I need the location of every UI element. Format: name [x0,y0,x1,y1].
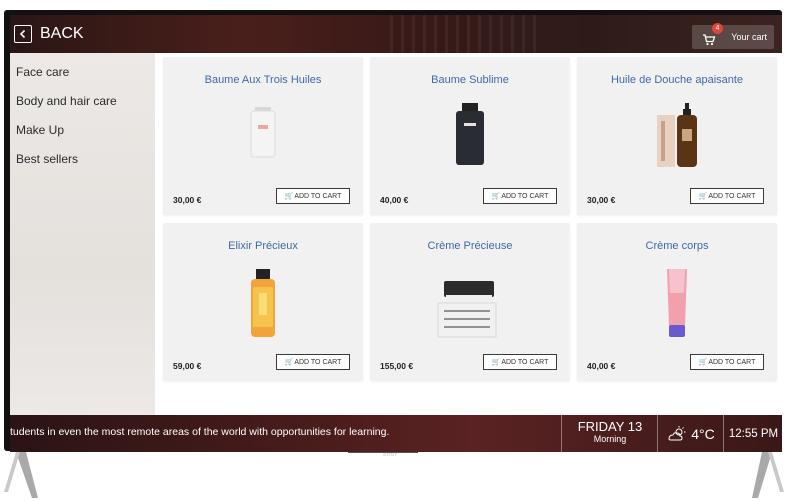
partly-cloudy-icon [668,425,686,440]
product-image [437,281,497,338]
news-ticker: tudents in even the most remote areas of… [10,426,390,438]
add-to-cart-label: ADD TO CART [501,192,549,200]
cart-icon: 🛒 [698,359,708,366]
product-grid: Baume Aux Trois Huiles 30,00 € 🛒 ADD TO C… [155,53,782,415]
product-card[interactable]: Baume Aux Trois Huiles 30,00 € 🛒 ADD TO C… [163,57,363,215]
category-sidebar: Face care Body and hair care Make Up Bes… [10,53,155,415]
product-image [657,103,697,167]
add-to-cart-button[interactable]: 🛒 ADD TO CART [276,354,350,370]
product-price: 30,00 € [173,195,202,205]
cart-icon: 🛒 [491,359,501,366]
add-to-cart-button[interactable]: 🛒 ADD TO CART [483,354,557,370]
product-price: 30,00 € [587,195,616,205]
add-to-cart-button[interactable]: 🛒 ADD TO CART [483,188,557,204]
cart-count-badge: 4 [712,23,723,34]
kiosk-screen: BACK 4 Your cart Face care Body and hair… [10,15,782,452]
cart-icon: 🛒 [284,193,294,200]
product-name: Huile de Douche apaisante [610,74,744,86]
product-image [251,269,275,337]
date-display: FRIDAY 13 Morning [561,415,658,452]
add-to-cart-button[interactable]: 🛒 ADD TO CART [690,188,764,204]
date-part-of-day: Morning [593,434,627,444]
back-button[interactable]: BACK [14,22,84,46]
sidebar-item-face-care[interactable]: Face care [16,65,69,79]
product-name: Elixir Précieux [228,240,298,252]
product-price: 59,00 € [173,361,202,371]
weather-display: 4°C [657,415,724,452]
product-price: 40,00 € [587,361,616,371]
product-name: Baume Aux Trois Huiles [204,74,322,86]
add-to-cart-button[interactable]: 🛒 ADD TO CART [690,354,764,370]
shopping-cart-icon [702,31,716,50]
product-card[interactable]: Baume Sublime 40,00 € 🛒 ADD TO CART [370,57,570,215]
product-name: Crème Précieuse [427,240,513,252]
cart-icon: 🛒 [698,193,708,200]
chevron-left-icon [14,25,32,43]
sidebar-item-make-up[interactable]: Make Up [16,123,64,137]
product-price: 40,00 € [380,195,409,205]
product-name: Crème corps [645,240,709,252]
product-image [250,107,276,158]
add-to-cart-button[interactable]: 🛒 ADD TO CART [276,188,350,204]
product-image [667,269,687,337]
back-label: BACK [40,25,84,42]
cart-button[interactable]: 4 Your cart [692,23,774,50]
top-bar: BACK 4 Your cart [10,15,782,53]
product-price: 155,00 € [380,361,414,371]
product-card[interactable]: Crème Précieuse 155,00 € 🛒 ADD TO CART [370,223,570,381]
temperature: 4°C [691,425,715,442]
cart-icon: 🛒 [284,359,294,366]
tv-foot-right [752,452,784,498]
product-card[interactable]: Huile de Douche apaisante 30,00 € 🛒 ADD T… [577,57,777,215]
cart-icon: 🛒 [491,193,501,200]
product-card[interactable]: Elixir Précieux 59,00 € 🛒 ADD TO CART [163,223,363,381]
product-card[interactable]: Crème corps 40,00 € 🛒 ADD TO CART [577,223,777,381]
cart-label: Your cart [731,32,767,42]
sidebar-item-best-sellers[interactable]: Best sellers [16,152,78,166]
add-to-cart-label: ADD TO CART [708,358,756,366]
tv-foot-left [4,452,38,498]
add-to-cart-label: ADD TO CART [294,358,342,366]
bottom-info-bar: tudents in even the most remote areas of… [10,415,782,452]
product-name: Baume Sublime [431,74,509,86]
tv-brand-logo: SONY [383,452,398,457]
add-to-cart-label: ADD TO CART [501,358,549,366]
product-image [456,103,484,165]
date-day: FRIDAY 13 [577,419,643,434]
clock: 12:55 PM [723,415,782,452]
sidebar-item-body-hair-care[interactable]: Body and hair care [16,94,117,108]
add-to-cart-label: ADD TO CART [708,192,756,200]
add-to-cart-label: ADD TO CART [294,192,342,200]
